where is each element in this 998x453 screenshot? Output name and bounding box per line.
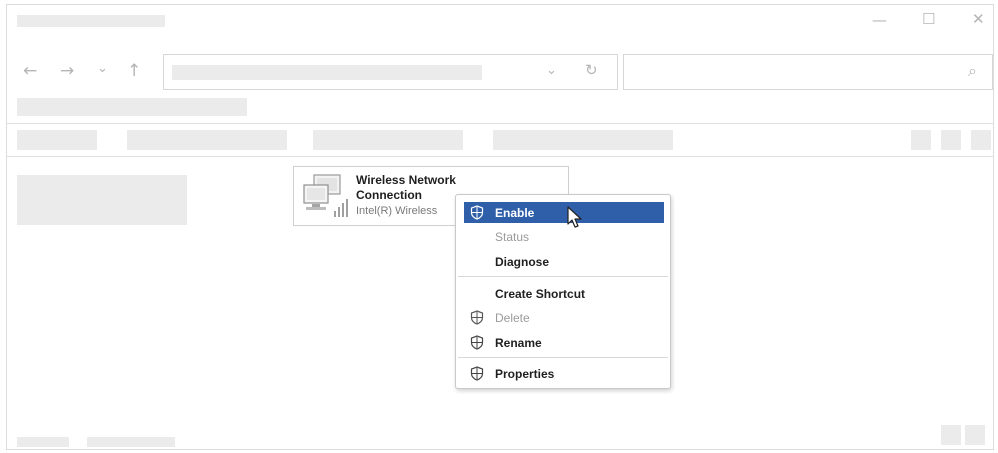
close-icon[interactable]: ✕ bbox=[972, 12, 985, 27]
status-bar-placeholder bbox=[87, 437, 175, 447]
menu-item-rename[interactable]: Rename bbox=[464, 332, 664, 353]
signal-bars-icon bbox=[334, 199, 348, 217]
divider bbox=[7, 156, 993, 157]
view-toggle-placeholder[interactable] bbox=[941, 425, 961, 445]
menu-item-delete[interactable]: Delete bbox=[464, 307, 664, 328]
menu-item-create-shortcut[interactable]: Create Shortcut bbox=[464, 283, 664, 304]
menu-item-label: Rename bbox=[495, 336, 542, 350]
address-dropdown-icon[interactable]: ⌄ bbox=[546, 64, 557, 77]
menu-item-label: Delete bbox=[495, 311, 530, 325]
context-menu: Enable Status Diagnose Create Shortcut D… bbox=[455, 194, 671, 389]
view-button-placeholder[interactable] bbox=[971, 130, 991, 150]
menu-item-label: Status bbox=[495, 230, 530, 244]
shield-icon bbox=[470, 366, 484, 381]
menu-item-properties[interactable]: Properties bbox=[464, 363, 664, 384]
toolbar-item-placeholder[interactable] bbox=[313, 130, 463, 150]
navigation-pane-placeholder[interactable] bbox=[17, 175, 187, 225]
back-arrow-icon[interactable]: ← bbox=[23, 63, 37, 80]
toolbar-item-placeholder[interactable] bbox=[493, 130, 673, 150]
shield-icon bbox=[470, 335, 484, 350]
menu-item-status[interactable]: Status bbox=[464, 226, 664, 247]
adapter-name: Intel(R) Wireless bbox=[356, 205, 438, 217]
forward-arrow-icon[interactable]: → bbox=[60, 63, 74, 80]
recent-locations-icon[interactable]: ⌄ bbox=[97, 62, 108, 75]
breadcrumb-placeholder bbox=[17, 98, 247, 116]
menu-separator bbox=[458, 276, 668, 277]
menu-item-enable[interactable]: Enable bbox=[464, 202, 664, 223]
search-box[interactable]: ⌕ bbox=[623, 54, 993, 90]
status-bar-placeholder bbox=[17, 437, 69, 447]
view-toggle-placeholder[interactable] bbox=[965, 425, 985, 445]
maximize-icon[interactable]: ☐ bbox=[922, 12, 935, 27]
address-bar[interactable]: ⌄ ↻ bbox=[163, 54, 618, 90]
divider bbox=[7, 123, 993, 124]
toolbar-item-placeholder[interactable] bbox=[17, 130, 97, 150]
search-icon: ⌕ bbox=[968, 61, 977, 80]
menu-item-label: Create Shortcut bbox=[495, 287, 586, 301]
up-arrow-icon[interactable]: ↑ bbox=[127, 63, 141, 80]
refresh-icon[interactable]: ↻ bbox=[585, 63, 598, 78]
menu-separator bbox=[458, 357, 668, 358]
menu-item-label: Diagnose bbox=[495, 255, 550, 269]
shield-icon bbox=[470, 205, 484, 220]
menu-item-label: Properties bbox=[495, 367, 555, 381]
view-button-placeholder[interactable] bbox=[941, 130, 961, 150]
network-computer-icon bbox=[303, 174, 348, 217]
address-text-placeholder bbox=[172, 65, 482, 80]
shield-icon bbox=[470, 310, 484, 325]
window-title-placeholder bbox=[17, 15, 165, 27]
menu-item-diagnose[interactable]: Diagnose bbox=[464, 251, 664, 272]
mouse-cursor-icon bbox=[567, 206, 582, 228]
toolbar-item-placeholder[interactable] bbox=[127, 130, 287, 150]
view-button-placeholder[interactable] bbox=[911, 130, 931, 150]
menu-item-label: Enable bbox=[495, 206, 535, 220]
minimize-icon[interactable]: — bbox=[872, 13, 887, 28]
